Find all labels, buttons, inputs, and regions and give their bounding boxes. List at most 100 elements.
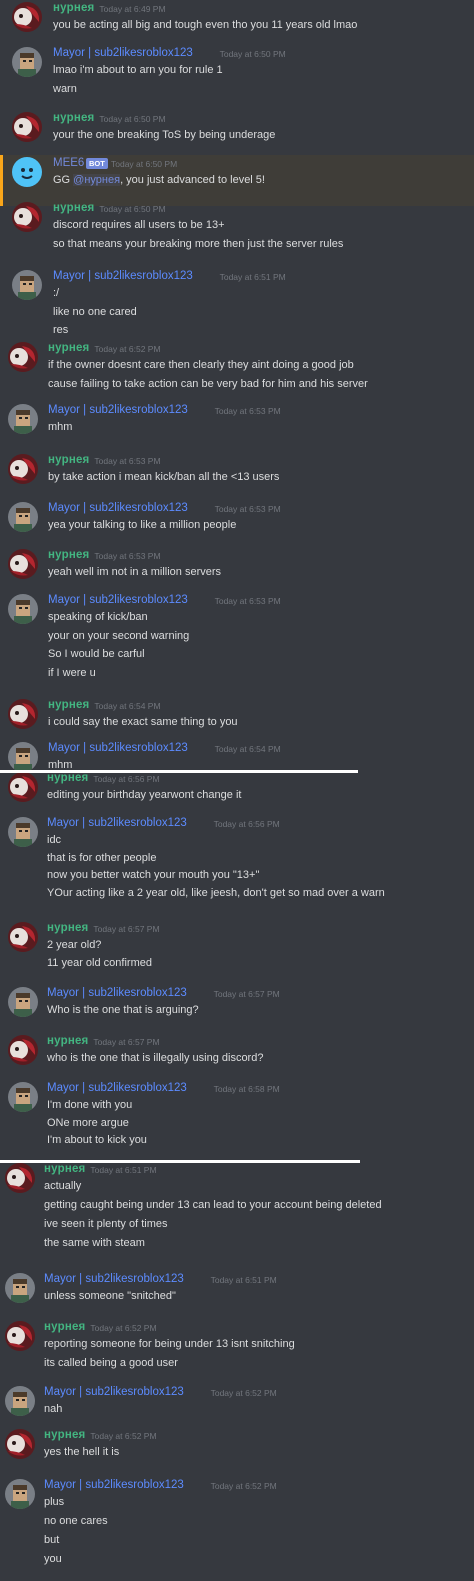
message-text: ONe more argue	[47, 1116, 129, 1129]
timestamp: Today at 6:52 PM	[210, 1388, 277, 1398]
username[interactable]: нурнея	[53, 202, 94, 214]
chat-segment: нурнея Today at 6:49 PM you be acting all …	[0, 0, 474, 340]
segment-divider	[0, 770, 358, 773]
message: MEE6 BOT Today at 6:50 PM GG @нурнея, you j…	[0, 155, 474, 206]
username[interactable]: Mayor | sub2likesroblox123	[48, 404, 188, 416]
avatar[interactable]	[12, 47, 42, 77]
avatar[interactable]	[8, 549, 38, 579]
timestamp: Today at 6:50 PM	[99, 114, 166, 124]
username[interactable]: Mayor | sub2likesroblox123	[47, 1082, 187, 1094]
username[interactable]: Mayor | sub2likesroblox123	[53, 270, 193, 282]
message-text-part: GG	[53, 174, 74, 186]
avatar[interactable]	[5, 1479, 35, 1509]
avatar[interactable]	[8, 454, 38, 484]
message-text: reporting someone for being under 13 isn…	[44, 1338, 295, 1350]
message-text: res	[53, 324, 69, 336]
message-text: 2 year old?	[47, 939, 102, 951]
chat-segment: нурнея Today at 6:51 PM actually getting ca…	[0, 1161, 474, 1581]
timestamp: Today at 6:50 PM	[99, 204, 166, 214]
avatar[interactable]	[5, 1273, 35, 1303]
avatar[interactable]	[5, 1321, 35, 1351]
timestamp: Today at 6:53 PM	[94, 551, 161, 561]
message: нурнея Today at 6:53 PM yeah well im not i…	[0, 547, 474, 598]
message-text: unless someone "snitched"	[44, 1290, 176, 1302]
avatar[interactable]	[5, 1386, 35, 1416]
user-mention[interactable]: @нурнея	[73, 174, 121, 186]
avatar[interactable]	[5, 1429, 35, 1459]
username[interactable]: Mayor | sub2likesroblox123	[47, 817, 187, 829]
avatar[interactable]	[8, 699, 38, 729]
avatar[interactable]	[8, 772, 38, 802]
avatar[interactable]	[8, 502, 38, 532]
username[interactable]: Mayor | sub2likesroblox123	[44, 1273, 184, 1285]
message-text: no one cares	[44, 1515, 108, 1527]
username[interactable]: нурнея	[48, 699, 89, 711]
avatar[interactable]	[12, 2, 42, 32]
message-text: So I would be carful	[48, 648, 145, 660]
message: нурнея Today at 6:52 PM yes the hell it is	[0, 1427, 474, 1478]
avatar[interactable]	[8, 922, 38, 952]
message-text: yes the hell it is	[44, 1446, 120, 1458]
message: нурнея Today at 6:53 PM by take action i m…	[0, 452, 474, 503]
message-text: cause failing to take action can be very…	[48, 377, 368, 390]
avatar[interactable]	[8, 594, 38, 624]
username[interactable]: Mayor | sub2likesroblox123	[47, 987, 187, 999]
timestamp: Today at 6:51 PM	[219, 272, 286, 282]
message-text: warn	[53, 82, 77, 95]
username[interactable]: нурнея	[53, 112, 94, 124]
avatar[interactable]	[12, 202, 42, 232]
username[interactable]: нурнея	[47, 772, 88, 784]
username[interactable]: MEE6	[53, 157, 84, 169]
username[interactable]: нурнея	[48, 342, 89, 354]
avatar[interactable]	[8, 987, 38, 1017]
message-text: mhm	[48, 759, 73, 770]
avatar[interactable]	[8, 404, 38, 434]
username[interactable]: нурнея	[44, 1321, 85, 1333]
timestamp: Today at 6:51 PM	[210, 1275, 277, 1285]
timestamp: Today at 6:53 PM	[94, 456, 161, 466]
message-text: its called being a good user	[44, 1357, 178, 1369]
username[interactable]: нурнея	[47, 1035, 88, 1047]
username[interactable]: Mayor | sub2likesroblox123	[53, 47, 193, 59]
timestamp: Today at 6:49 PM	[99, 4, 166, 14]
message-text: YOur acting like a 2 year old, like jees…	[47, 886, 385, 899]
username[interactable]: Mayor | sub2likesroblox123	[48, 502, 188, 514]
timestamp: Today at 6:52 PM	[94, 344, 161, 354]
username[interactable]: Mayor | sub2likesroblox123	[44, 1386, 184, 1398]
message-text: :/	[53, 287, 60, 299]
avatar[interactable]	[12, 157, 42, 187]
message-text: your on your second warning	[48, 629, 190, 642]
username[interactable]: Mayor | sub2likesroblox123	[44, 1479, 184, 1491]
avatar[interactable]	[12, 112, 42, 142]
username[interactable]: нурнея	[44, 1429, 85, 1441]
message-text: like no one cared	[53, 305, 137, 318]
message-text: mhm	[48, 421, 73, 433]
message-text: your the one breaking ToS by being under…	[53, 129, 276, 141]
avatar[interactable]	[8, 1082, 38, 1112]
message-text: GG @нурнея, you just advanced to level 5…	[53, 174, 265, 186]
username[interactable]: нурнея	[48, 454, 89, 466]
message: Mayor | sub2likesroblox123 Today at 6:51 …	[0, 268, 474, 340]
timestamp: Today at 6:57 PM	[93, 1037, 160, 1047]
avatar[interactable]	[5, 1163, 35, 1193]
username[interactable]: нурнея	[44, 1163, 85, 1175]
username[interactable]: нурнея	[48, 549, 89, 561]
timestamp: Today at 6:50 PM	[219, 49, 286, 59]
avatar[interactable]	[12, 270, 42, 300]
message-text: I'm done with you	[47, 1099, 133, 1111]
username[interactable]: Mayor | sub2likesroblox123	[48, 594, 188, 606]
avatar[interactable]	[8, 742, 38, 770]
message-text: now you better watch your mouth you "13+…	[47, 869, 260, 881]
avatar[interactable]	[8, 342, 38, 372]
username[interactable]: нурнея	[53, 2, 94, 14]
message-text: 11 year old confirmed	[47, 956, 152, 969]
username[interactable]: Mayor | sub2likesroblox123	[48, 742, 188, 754]
message-text: who is the one that is illegally using d…	[47, 1052, 264, 1064]
message: Mayor | sub2likesroblox123 Today at 6:57 …	[0, 985, 474, 1035]
avatar[interactable]	[8, 1035, 38, 1065]
message: нурнея Today at 6:49 PM you be acting all …	[0, 0, 474, 51]
username[interactable]: нурнея	[47, 922, 88, 934]
message-text: by take action i mean kick/ban all the <…	[48, 471, 280, 483]
avatar[interactable]	[8, 817, 38, 847]
message-text: if the owner doesnt care then clearly th…	[48, 359, 354, 371]
